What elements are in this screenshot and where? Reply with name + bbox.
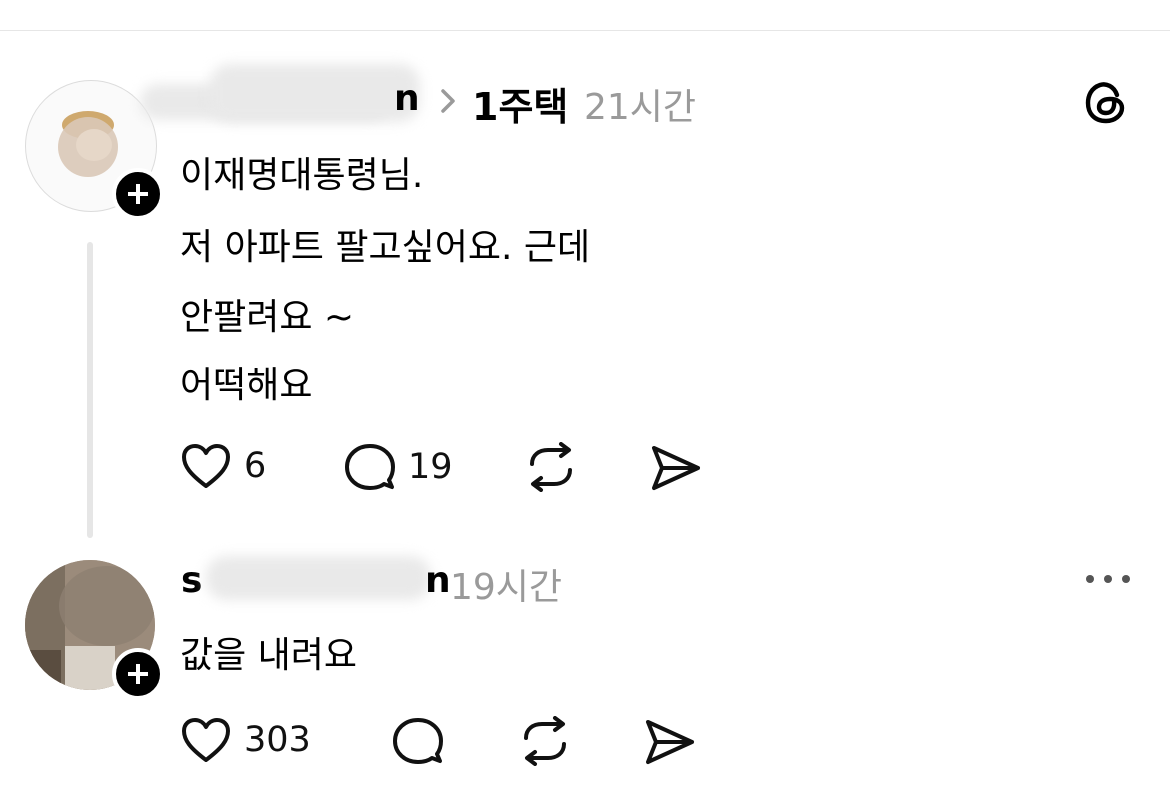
repost-button[interactable] (518, 716, 572, 766)
topic-tag[interactable]: 1주택 (472, 76, 568, 131)
plus-icon (128, 664, 148, 684)
share-button[interactable] (644, 718, 696, 766)
reply-button[interactable]: 19 (344, 442, 453, 492)
send-icon (652, 446, 700, 490)
reply-button[interactable] (392, 716, 444, 766)
like-count: 6 (244, 446, 267, 486)
post-text-line: 안팔려요 ~ (180, 297, 355, 338)
repost-button[interactable] (524, 442, 578, 492)
username[interactable]: n (394, 78, 420, 119)
thread-connector-line (87, 242, 93, 538)
post-time: 21시간 (584, 87, 697, 128)
comment-bubble-icon (393, 718, 443, 764)
plus-icon (128, 184, 148, 204)
send-icon (646, 720, 694, 764)
reply-text: 값을 내려요 (180, 635, 358, 676)
heart-icon (182, 718, 230, 762)
reply-time: 19시간 (450, 567, 563, 608)
repost-icon (530, 442, 572, 492)
share-button[interactable] (650, 444, 702, 492)
heart-icon (182, 444, 230, 488)
follow-button[interactable] (112, 648, 164, 700)
username-redaction (210, 64, 420, 122)
username-redaction (206, 556, 431, 600)
chevron-right-icon (441, 89, 455, 113)
post-text-line: 어떡해요 (180, 365, 313, 406)
threads-logo-icon[interactable] (1082, 78, 1130, 126)
username[interactable]: n (425, 560, 451, 601)
like-button[interactable]: 6 (180, 442, 266, 490)
more-dots-icon[interactable] (1084, 566, 1132, 592)
post-text-line: 저 아파트 팔고싶어요. 근데 (180, 227, 591, 268)
follow-button[interactable] (112, 168, 164, 220)
repost-icon (524, 716, 566, 766)
like-count: 303 (244, 720, 311, 760)
reply-count: 19 (408, 447, 453, 487)
top-divider (0, 30, 1170, 31)
post-text-line: 이재명대통령님. (180, 155, 424, 196)
username[interactable]: s (181, 560, 202, 601)
like-button[interactable]: 303 (180, 716, 311, 764)
comment-bubble-icon (345, 444, 395, 490)
